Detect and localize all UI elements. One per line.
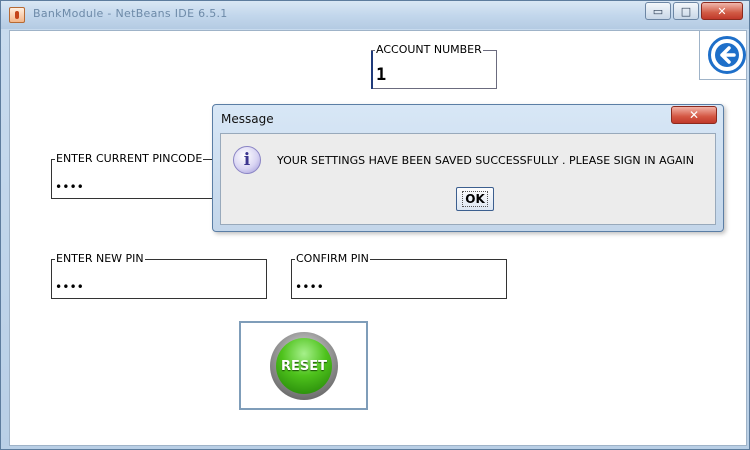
new-pin-value: •••• [55, 280, 84, 294]
confirm-pin-label: CONFIRM PIN [295, 252, 370, 266]
current-pincode-value: •••• [55, 180, 84, 194]
new-pin-field[interactable]: ENTER NEW PIN •••• [51, 252, 267, 299]
info-icon: i [233, 146, 261, 174]
message-dialog: Message ✕ i YOUR SETTINGS HAVE BEEN SAVE… [212, 104, 724, 232]
maximize-button[interactable]: □ [673, 2, 699, 20]
new-pin-label: ENTER NEW PIN [55, 252, 145, 266]
dialog-message: YOUR SETTINGS HAVE BEEN SAVED SUCCESSFUL… [277, 154, 694, 167]
close-icon: ✕ [717, 4, 727, 18]
arrow-left-icon [708, 36, 746, 74]
current-pincode-label: ENTER CURRENT PINCODE [55, 152, 204, 166]
minimize-icon: ▭ [652, 4, 664, 18]
account-number-field[interactable]: ACCOUNT NUMBER 1 [371, 43, 497, 89]
confirm-pin-value: •••• [295, 280, 324, 294]
form-panel [9, 30, 747, 446]
back-button[interactable] [699, 30, 747, 80]
reset-button[interactable]: RESET [239, 321, 368, 410]
close-icon: ✕ [688, 108, 700, 122]
app-window: BankModule - NetBeans IDE 6.5.1 ▭ □ ✕ AC… [0, 0, 750, 450]
account-number-label: ACCOUNT NUMBER [375, 43, 483, 57]
window-title: BankModule - NetBeans IDE 6.5.1 [33, 7, 228, 20]
account-number-value: 1 [376, 65, 387, 85]
dialog-title: Message [221, 112, 274, 126]
ok-button[interactable]: OK [456, 187, 494, 211]
maximize-icon: □ [680, 4, 692, 18]
current-pincode-field[interactable]: ENTER CURRENT PINCODE •••• [51, 152, 221, 199]
dialog-close-button[interactable]: ✕ [671, 106, 717, 124]
reset-button-bezel: RESET [270, 332, 338, 400]
ok-button-label: OK [462, 191, 488, 207]
confirm-pin-field[interactable]: CONFIRM PIN •••• [291, 252, 507, 299]
title-bar[interactable]: BankModule - NetBeans IDE 6.5.1 ▭ □ ✕ [1, 1, 749, 29]
minimize-button[interactable]: ▭ [645, 2, 671, 20]
java-app-icon [9, 7, 25, 23]
reset-button-label: RESET [276, 338, 332, 394]
close-button[interactable]: ✕ [701, 2, 743, 20]
dialog-body: i YOUR SETTINGS HAVE BEEN SAVED SUCCESSF… [220, 133, 716, 225]
window-controls: ▭ □ ✕ [643, 2, 743, 20]
